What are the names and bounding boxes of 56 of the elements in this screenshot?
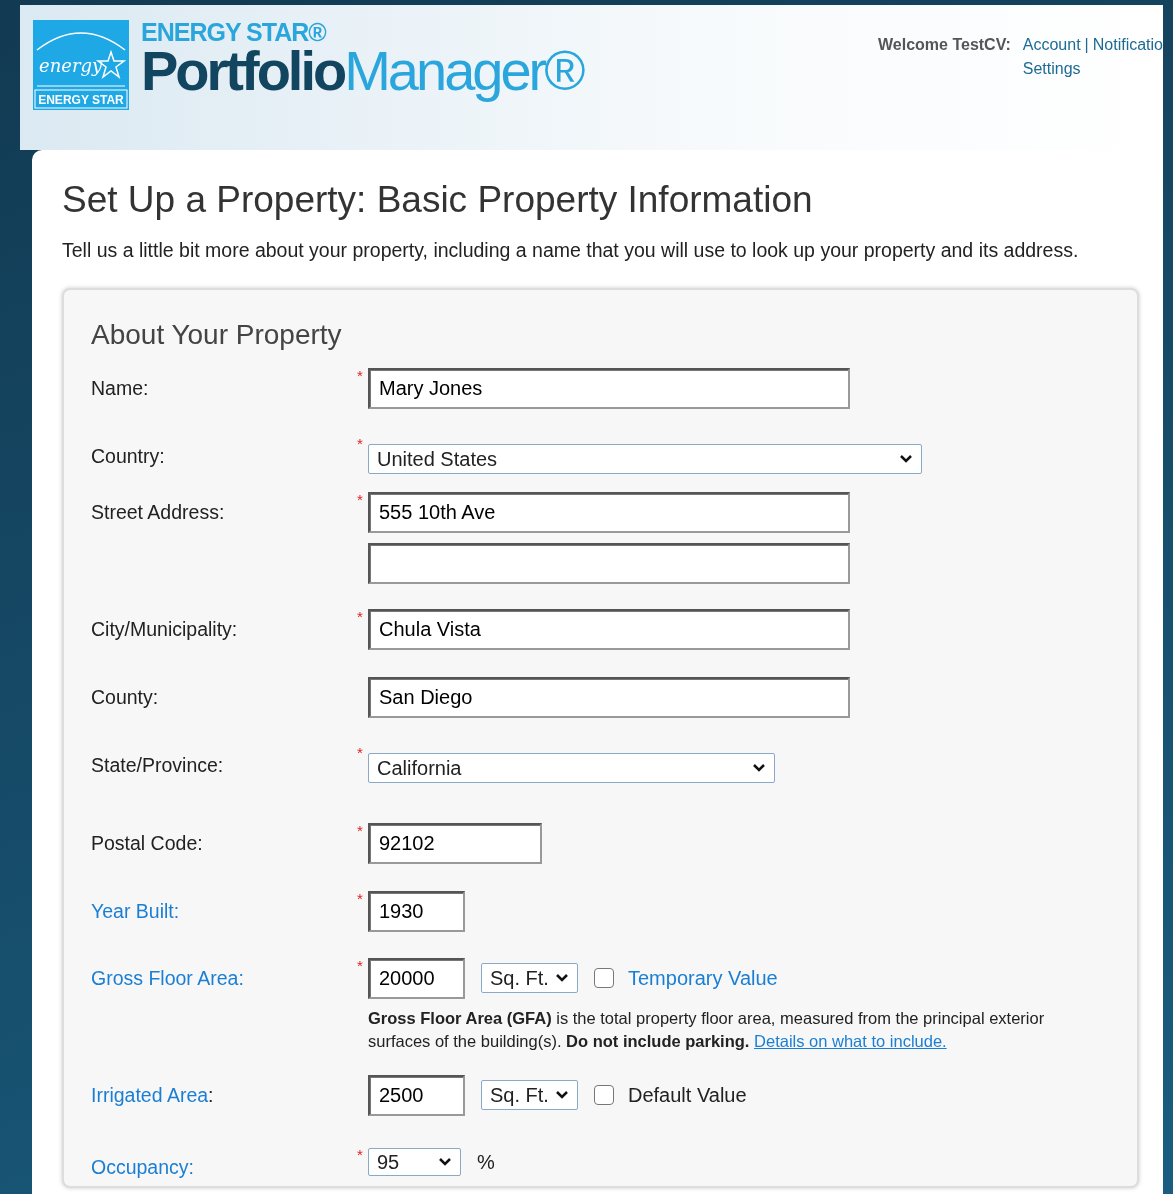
settings-link[interactable]: Settings — [1022, 57, 1081, 81]
caret-icon — [752, 762, 766, 773]
required-mark: * — [357, 1145, 363, 1163]
section-title: About Your Property — [91, 317, 343, 352]
field-label: City/Municipality: — [91, 616, 239, 642]
required-mark: * — [357, 889, 363, 907]
text-field[interactable]: San Diego — [368, 676, 850, 718]
notifications-link[interactable]: Notificatio — [1092, 36, 1163, 53]
dropdown[interactable]: United States — [368, 443, 922, 474]
dropdown[interactable]: 95 — [368, 1147, 461, 1176]
checkbox-label-link[interactable]: Temporary Value — [628, 963, 778, 994]
field-label: Name: — [91, 375, 150, 401]
number-field[interactable]: 2500 — [368, 1074, 465, 1116]
field-label[interactable]: Year Built: — [91, 890, 357, 958]
number-field[interactable]: 20000 — [368, 957, 465, 999]
caret-icon — [555, 1090, 569, 1101]
field-label: County: — [91, 684, 160, 710]
welcome-text: Welcome TestCV: — [878, 35, 1011, 55]
required-mark: * — [357, 366, 363, 384]
required-mark: * — [357, 434, 363, 452]
checkbox-label: Default Value — [628, 1083, 747, 1109]
text-field[interactable]: 555 10th Ave — [368, 491, 850, 533]
separator: | — [1084, 36, 1089, 53]
required-mark: * — [357, 821, 363, 839]
field-label[interactable]: Occupancy: — [91, 1146, 357, 1194]
caret-icon — [899, 453, 913, 464]
details-link[interactable]: Details on what to include. — [754, 1031, 947, 1050]
text-field[interactable]: 92102 — [368, 822, 542, 864]
text-field[interactable] — [368, 542, 850, 584]
caret-icon — [555, 973, 569, 984]
field-label: Postal Code: — [91, 830, 204, 856]
field-label[interactable]: Gross Floor Area: — [91, 957, 357, 1075]
required-mark: * — [357, 490, 363, 508]
checkbox[interactable] — [594, 968, 614, 989]
field-label: Country: — [91, 443, 166, 469]
checkbox[interactable] — [594, 1085, 614, 1106]
percent-sign: % — [477, 1149, 495, 1175]
help-text: Gross Floor Area (GFA) is the total property floor area, measured from the principal exterior surfaces of the building(s). Do not include parking. Details on what to include. — [368, 1007, 1046, 1052]
intro-text: Tell us a little bit more about your property, including a name that you will use to look up your property and its address. — [62, 238, 1080, 264]
account-link[interactable]: Account — [1022, 36, 1081, 53]
required-mark: * — [357, 743, 363, 761]
page-title: Set Up a Property: Basic Property Information — [62, 178, 814, 222]
field-label: Street Address: — [91, 499, 226, 525]
unit-dropdown[interactable]: Sq. Ft. — [481, 963, 578, 994]
field-label: State/Province: — [91, 752, 225, 778]
dropdown[interactable]: California — [368, 752, 775, 783]
required-mark: * — [357, 607, 363, 625]
text-field[interactable]: 1930 — [368, 890, 465, 932]
required-mark: * — [357, 956, 363, 974]
unit-dropdown[interactable]: Sq. Ft. — [481, 1080, 578, 1111]
energy-star-logo: energy ENERGY STAR — [33, 20, 129, 110]
text-field[interactable]: Chula Vista — [368, 608, 850, 650]
field-label[interactable]: Irrigated Area: — [91, 1074, 357, 1147]
text-field[interactable]: Mary Jones — [368, 367, 850, 409]
brand-tagline: ENERGY STAR® — [141, 20, 328, 45]
caret-icon — [438, 1156, 452, 1167]
